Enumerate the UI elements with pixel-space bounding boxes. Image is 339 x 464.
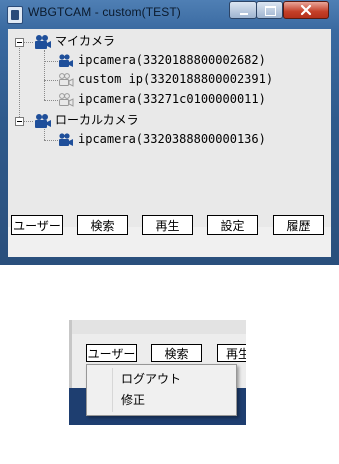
settings-button[interactable]: 設定 (207, 215, 258, 235)
search-button[interactable]: 検索 (151, 344, 202, 362)
menu-item-logout[interactable]: ログアウト (121, 370, 181, 387)
tree-line (44, 100, 58, 101)
tree-line (44, 80, 58, 81)
inset-screenshot: ユーザー 検索 再生 ログアウト 修正 (69, 320, 246, 425)
minimize-button[interactable] (229, 1, 257, 19)
user-context-menu: ログアウト 修正 (86, 364, 237, 416)
inset-tree-bottom (72, 320, 246, 334)
tree-line (19, 46, 20, 123)
tree-group-my-cameras[interactable]: マイカメラ (55, 32, 115, 50)
user-button[interactable]: ユーザー (86, 344, 137, 362)
tree-item-camera[interactable]: custom ip(3320188800002391) (78, 70, 273, 88)
title-bar[interactable]: WBGTCAM - custom(TEST) (0, 0, 339, 28)
window-frame: WBGTCAM - custom(TEST) マイカメラ ipcamera(33… (0, 0, 339, 265)
app-icon (7, 6, 23, 24)
play-button[interactable]: 再生 (142, 215, 193, 235)
tree-line (23, 42, 33, 43)
tree-line (44, 61, 58, 62)
camera-online-icon (59, 133, 73, 146)
close-button[interactable] (283, 1, 329, 19)
close-icon (300, 4, 312, 16)
camera-tree[interactable]: マイカメラ ipcamera(3320188800002682) custom … (8, 29, 331, 227)
menu-item-modify[interactable]: 修正 (121, 391, 145, 408)
camera-group-icon (35, 35, 51, 49)
play-button[interactable]: 再生 (217, 344, 246, 362)
tree-item-camera[interactable]: ipcamera(33271c0100000011) (78, 90, 266, 108)
search-button[interactable]: 検索 (77, 215, 128, 235)
window-title: WBGTCAM - custom(TEST) (28, 5, 181, 19)
history-button[interactable]: 履歴 (273, 215, 324, 235)
tree-line (44, 140, 58, 141)
camera-offline-icon (59, 73, 74, 87)
tree-line (44, 50, 45, 100)
menu-gutter (112, 368, 113, 412)
user-button[interactable]: ユーザー (11, 215, 63, 235)
maximize-icon (257, 2, 282, 18)
tree-line (23, 121, 33, 122)
tree-item-camera[interactable]: ipcamera(3320388800000136) (78, 130, 266, 148)
collapse-toggle-my-cameras[interactable] (15, 38, 24, 47)
tree-item-camera[interactable]: ipcamera(3320188800002682) (78, 51, 266, 69)
camera-group-icon (35, 114, 51, 128)
main-window: WBGTCAM - custom(TEST) マイカメラ ipcamera(33… (0, 0, 339, 265)
collapse-toggle-local-cameras[interactable] (15, 117, 24, 126)
tree-group-local-cameras[interactable]: ローカルカメラ (55, 111, 139, 129)
tree-line (44, 129, 45, 140)
maximize-button[interactable] (256, 1, 283, 19)
camera-offline-icon (59, 93, 74, 107)
camera-online-icon (59, 54, 73, 67)
minimize-icon (230, 2, 256, 18)
client-area: マイカメラ ipcamera(3320188800002682) custom … (8, 29, 331, 257)
